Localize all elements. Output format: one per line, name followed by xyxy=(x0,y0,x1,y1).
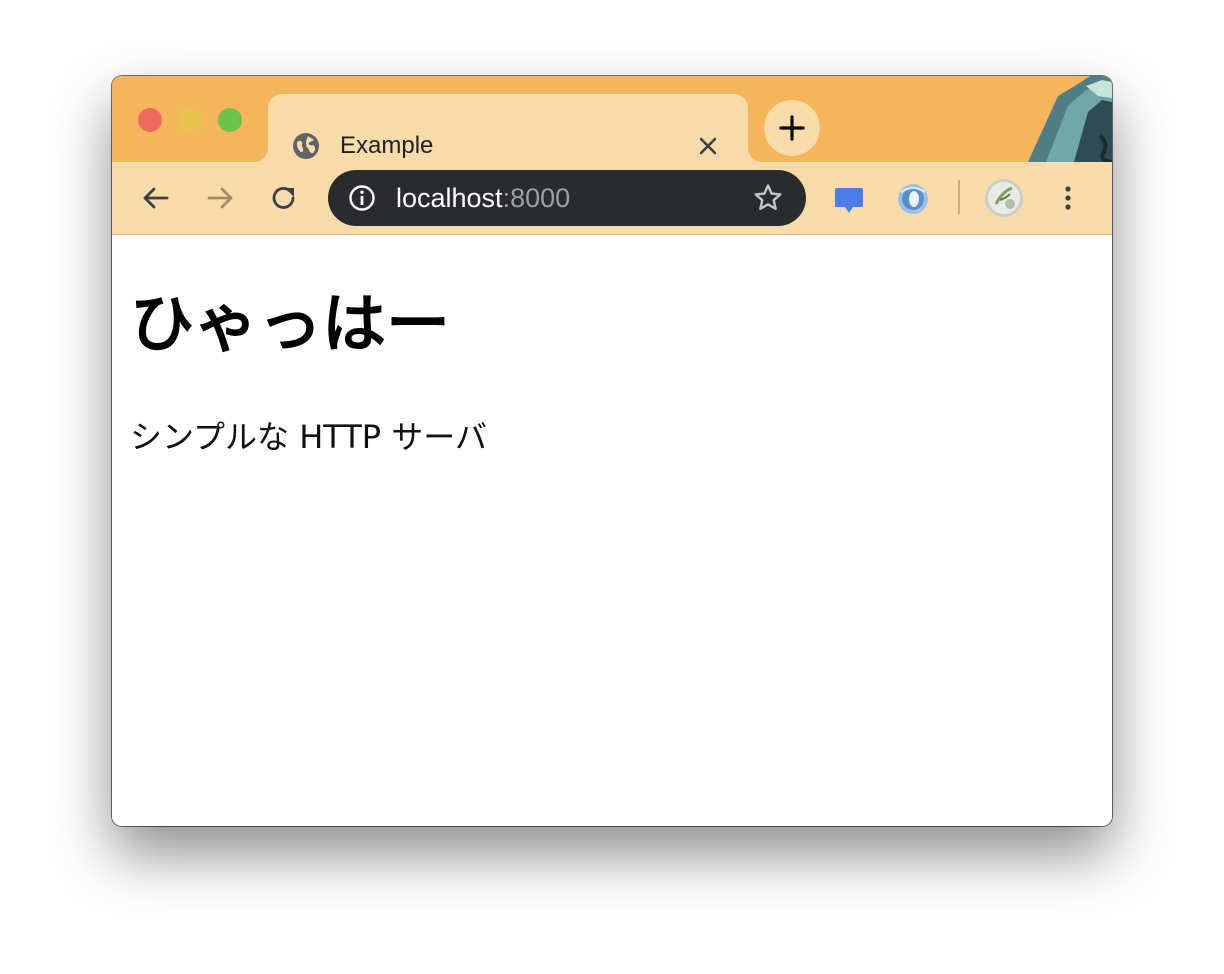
close-tab-icon[interactable] xyxy=(696,134,720,158)
plus-icon xyxy=(779,115,805,141)
tab-title: Example xyxy=(340,132,434,159)
page-content: ひゃっはー シンプルな HTTP サーバ xyxy=(112,235,1112,826)
chat-extension-icon[interactable] xyxy=(832,182,866,216)
forward-button[interactable] xyxy=(204,182,236,214)
minimize-window-button[interactable] xyxy=(178,108,202,132)
new-tab-button[interactable] xyxy=(764,100,820,156)
profile-avatar[interactable] xyxy=(984,178,1024,218)
toolbar-separator xyxy=(958,180,960,214)
browser-window: Example localhost:8000 ひゃっはー シンプルな HTTP … xyxy=(112,76,1112,826)
url-text[interactable]: localhost:8000 xyxy=(396,183,570,213)
browser-toolbar: localhost:8000 xyxy=(112,162,1112,235)
url-host: localhost xyxy=(396,183,503,213)
circular-extension-icon[interactable] xyxy=(896,182,930,216)
info-icon[interactable] xyxy=(348,184,376,212)
page-paragraph: シンプルな HTTP サーバ xyxy=(130,418,487,456)
kebab-menu-icon[interactable] xyxy=(1052,182,1084,214)
tab-example[interactable]: Example xyxy=(254,94,762,162)
address-bar[interactable]: localhost:8000 xyxy=(328,170,806,226)
url-port: :8000 xyxy=(502,183,571,213)
close-window-button[interactable] xyxy=(138,108,162,132)
maximize-window-button[interactable] xyxy=(218,108,242,132)
star-icon[interactable] xyxy=(752,182,784,214)
tab-corner-right xyxy=(748,148,762,162)
globe-icon xyxy=(293,133,319,159)
title-bar: Example xyxy=(112,76,1112,162)
page-heading: ひゃっはー xyxy=(130,288,450,362)
theme-artwork xyxy=(1028,76,1112,162)
tab-corner-left xyxy=(254,148,268,162)
reload-button[interactable] xyxy=(268,182,300,214)
back-button[interactable] xyxy=(140,182,172,214)
